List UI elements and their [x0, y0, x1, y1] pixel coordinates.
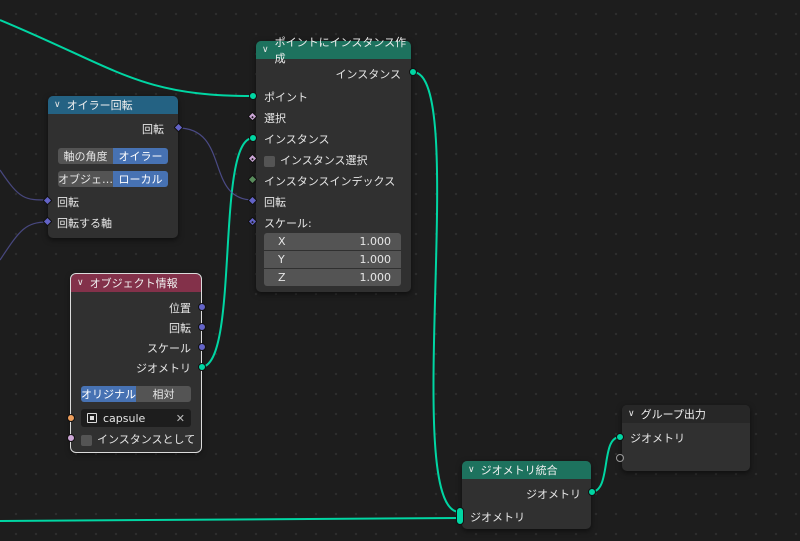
iop-input-instance-socket[interactable] — [249, 134, 257, 142]
collapse-chevron-icon[interactable]: ∨ — [468, 465, 475, 475]
node-header[interactable]: ∨ オイラー回転 — [48, 96, 178, 114]
transform-space-toggle[interactable]: オリジナル 相対 — [81, 386, 191, 402]
input-rotate-by-label: 回転する軸 — [57, 217, 112, 230]
link-instances-to-join — [412, 71, 460, 513]
node-title: ジオメトリ統合 — [480, 464, 558, 477]
output-rotation-label: 回転 — [142, 123, 164, 136]
node-header[interactable]: ∨ ジオメトリ統合 — [462, 461, 591, 479]
scale-x-axis: X — [278, 235, 286, 248]
objinfo-output-rotation-socket[interactable] — [198, 323, 206, 331]
node-header[interactable]: ∨ オブジェクト情報 — [71, 274, 201, 292]
input-instance-label: インスタンス — [264, 133, 330, 146]
node-join-geometry[interactable]: ∨ ジオメトリ統合 ジオメトリ ジオメトリ — [462, 461, 591, 529]
rotation-type-toggle[interactable]: 軸の角度 オイラー — [58, 148, 168, 164]
scale-y-axis: Y — [278, 253, 285, 266]
scale-x-field[interactable]: X 1.000 — [264, 233, 401, 250]
object-name: capsule — [103, 411, 146, 425]
as-instance-row: インスタンスとして — [81, 431, 195, 447]
node-title: オイラー回転 — [66, 99, 133, 112]
input-scale-label: スケール: — [264, 217, 312, 230]
as-instance-label: インスタンスとして — [97, 433, 196, 446]
input-points-label: ポイント — [264, 91, 308, 104]
collapse-chevron-icon[interactable]: ∨ — [54, 100, 61, 110]
input-geometry-label: ジオメトリ — [470, 511, 525, 524]
scale-y-field[interactable]: Y 1.000 — [264, 251, 401, 268]
node-title: ポイントにインスタンス作成 — [274, 36, 407, 65]
link-object-to-instance — [200, 137, 254, 368]
link-to-points — [0, 19, 254, 97]
objinfo-output-location-socket[interactable] — [198, 303, 206, 311]
output-geometry-label: ジオメトリ — [526, 488, 581, 501]
node-title: オブジェクト情報 — [89, 277, 178, 290]
rotation-type-axis-angle[interactable]: 軸の角度 — [58, 148, 113, 164]
link-into-euler-axis — [0, 221, 49, 261]
iop-input-points-socket[interactable] — [249, 92, 257, 100]
transform-relative[interactable]: 相対 — [136, 386, 191, 402]
input-rotation-label: 回転 — [57, 196, 79, 209]
objinfo-output-scale-socket[interactable] — [198, 343, 206, 351]
as-instance-checkbox[interactable] — [81, 434, 92, 446]
output-scale-label: スケール — [147, 342, 191, 355]
pick-instance-checkbox[interactable] — [264, 155, 275, 167]
link-ground-to-join — [0, 517, 460, 522]
output-input-geometry-socket[interactable] — [616, 433, 624, 441]
clear-object-icon[interactable]: ✕ — [176, 412, 185, 425]
objinfo-input-object-socket[interactable] — [67, 414, 75, 422]
node-header[interactable]: ∨ グループ出力 — [622, 405, 750, 423]
join-output-geometry-socket[interactable] — [588, 488, 596, 496]
node-header[interactable]: ∨ ポイントにインスタンス作成 — [256, 36, 411, 65]
space-toggle[interactable]: オブジェ… ローカル — [58, 171, 168, 187]
input-geometry-label: ジオメトリ — [630, 432, 685, 445]
output-empty-socket[interactable] — [616, 454, 624, 462]
object-picker-field[interactable]: capsule ✕ — [81, 409, 191, 427]
object-icon — [87, 413, 97, 423]
objinfo-output-geometry-socket[interactable] — [198, 363, 206, 371]
node-title: グループ出力 — [640, 408, 706, 421]
space-object[interactable]: オブジェ… — [58, 171, 113, 187]
iop-output-instances-socket[interactable] — [409, 68, 417, 76]
link-rotation-to-rotation — [177, 127, 254, 201]
input-selection-label: 選択 — [264, 112, 286, 125]
output-rotation-label: 回転 — [169, 322, 191, 335]
node-rotate-euler[interactable]: ∨ オイラー回転 回転 軸の角度 オイラー オブジェ… ローカル 回転 回転する… — [48, 96, 178, 238]
input-pick-instance-label: インスタンス選択 — [280, 154, 368, 167]
output-instances-label: インスタンス — [335, 68, 401, 81]
space-local[interactable]: ローカル — [113, 171, 168, 187]
rotation-type-euler[interactable]: オイラー — [113, 148, 168, 164]
node-object-info[interactable]: ∨ オブジェクト情報 位置 回転 スケール ジオメトリ オリジナル 相対 cap… — [70, 273, 202, 453]
collapse-chevron-icon[interactable]: ∨ — [262, 45, 269, 55]
join-input-geometry-multisocket[interactable] — [456, 507, 464, 525]
scale-x-value: 1.000 — [359, 235, 392, 248]
objinfo-input-as-instance-socket[interactable] — [67, 434, 75, 442]
output-location-label: 位置 — [169, 302, 191, 315]
collapse-chevron-icon[interactable]: ∨ — [77, 278, 84, 288]
input-rotation-label: 回転 — [264, 196, 286, 209]
scale-z-field[interactable]: Z 1.000 — [264, 269, 401, 286]
input-pick-instance-row: インスタンス選択 — [264, 152, 368, 168]
scale-z-value: 1.000 — [359, 271, 392, 284]
output-geometry-label: ジオメトリ — [136, 362, 191, 375]
link-join-to-output — [590, 436, 621, 493]
input-instance-index-label: インスタンスインデックス — [264, 175, 396, 188]
scale-y-value: 1.000 — [359, 253, 392, 266]
transform-original[interactable]: オリジナル — [81, 386, 136, 402]
node-group-output[interactable]: ∨ グループ出力 ジオメトリ — [622, 405, 750, 471]
collapse-chevron-icon[interactable]: ∨ — [628, 409, 635, 419]
link-into-euler-rotation — [0, 169, 49, 201]
scale-z-axis: Z — [278, 271, 286, 284]
node-instance-on-points[interactable]: ∨ ポイントにインスタンス作成 インスタンス ポイント 選択 インスタンス イン… — [256, 36, 411, 292]
